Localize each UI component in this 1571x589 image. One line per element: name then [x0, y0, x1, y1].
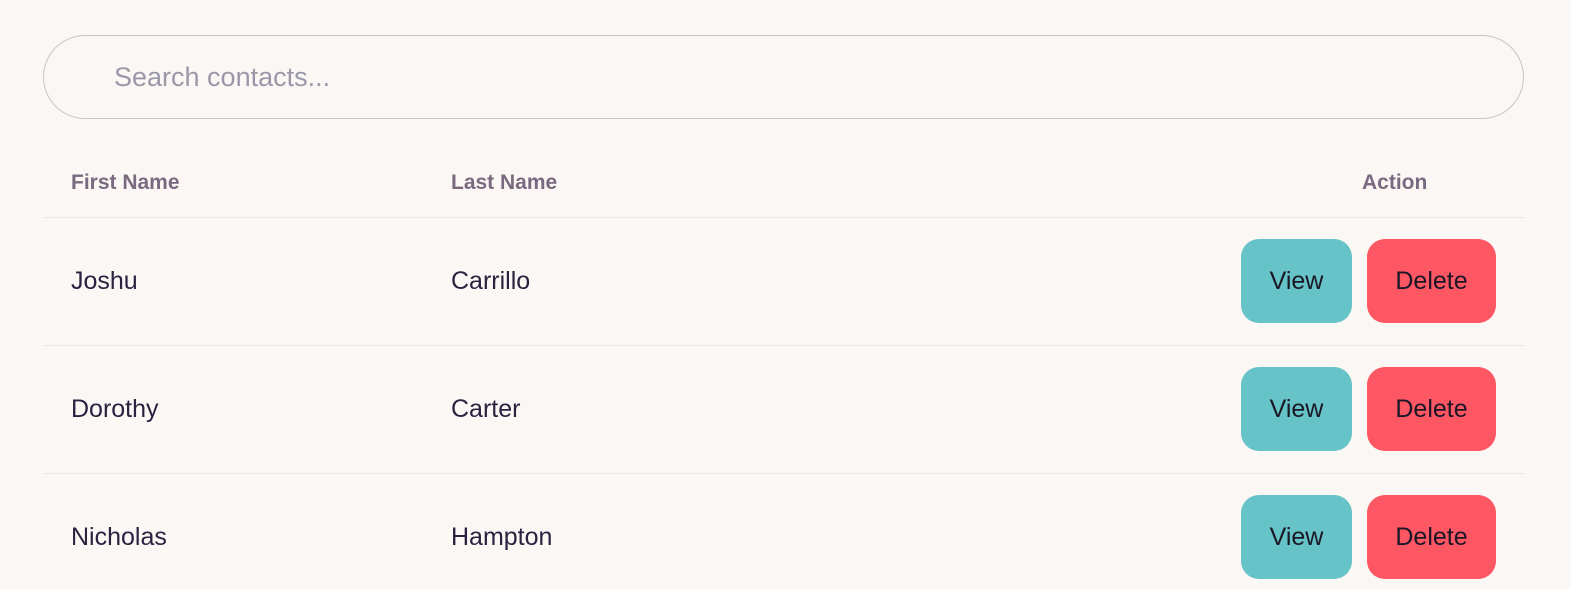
first-name-cell: Dorothy	[71, 395, 159, 423]
search-bar	[43, 35, 1524, 119]
view-button[interactable]: View	[1241, 495, 1352, 579]
view-button[interactable]: View	[1241, 239, 1352, 323]
first-name-cell: Joshu	[71, 267, 138, 295]
delete-button[interactable]: Delete	[1367, 495, 1496, 579]
column-header-action: Action	[1362, 171, 1428, 194]
first-name-cell: Nicholas	[71, 523, 167, 551]
table-row: Joshu Carrillo View Delete	[43, 218, 1524, 346]
table-row: Nicholas Hampton View Delete	[43, 474, 1524, 589]
last-name-cell: Hampton	[451, 523, 553, 551]
last-name-cell: Carrillo	[451, 267, 531, 295]
view-button[interactable]: View	[1241, 367, 1352, 451]
contacts-page: First Name Last Name Action Joshu Carril…	[0, 0, 1571, 589]
table-header: First Name Last Name Action	[43, 148, 1524, 218]
column-header-first-name: First Name	[71, 171, 180, 194]
column-header-last-name: Last Name	[451, 171, 558, 194]
search-input[interactable]	[44, 36, 1523, 118]
delete-button[interactable]: Delete	[1367, 239, 1496, 323]
delete-button[interactable]: Delete	[1367, 367, 1496, 451]
last-name-cell: Carter	[451, 395, 521, 423]
table-row: Dorothy Carter View Delete	[43, 346, 1524, 474]
contacts-table: First Name Last Name Action Joshu Carril…	[43, 148, 1524, 589]
